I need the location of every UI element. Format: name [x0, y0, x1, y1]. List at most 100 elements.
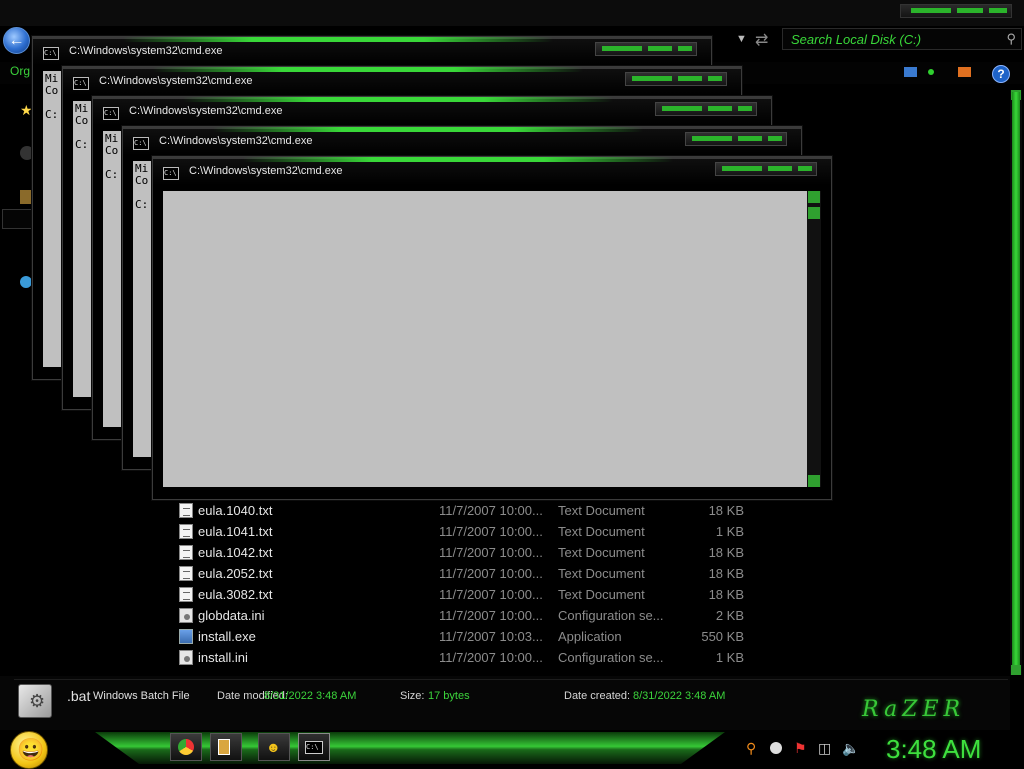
created-label: Date created:	[564, 690, 631, 702]
explorer-taskbar-button[interactable]	[210, 733, 242, 761]
search-tray-icon[interactable]: ⚲	[746, 740, 756, 757]
file-date: 11/7/2007 10:00...	[439, 587, 543, 602]
text-document-icon	[179, 587, 193, 602]
file-row[interactable]: install.ini 11/7/2007 10:00... Configura…	[160, 647, 1005, 668]
file-row[interactable]: eula.1042.txt 11/7/2007 10:00... Text Do…	[160, 542, 1005, 563]
search-input[interactable]	[789, 30, 998, 49]
cmd-icon: C:\	[163, 167, 179, 180]
console-line: Co	[105, 144, 119, 157]
file-date: 11/7/2007 10:00...	[439, 545, 543, 560]
file-type: Text Document	[558, 524, 645, 539]
batch-file-icon	[18, 684, 52, 718]
cmd-title: C:\Windows\system32\cmd.exe	[129, 105, 283, 117]
razer-logo: RaZER	[862, 697, 966, 722]
file-row[interactable]: globdata.ini 11/7/2007 10:00... Configur…	[160, 605, 1005, 626]
text-document-icon	[179, 566, 193, 581]
scroll-up-button[interactable]	[808, 207, 820, 219]
scrollbar-thumb[interactable]	[1012, 92, 1020, 667]
file-size: 1 KB	[715, 524, 744, 539]
start-button[interactable]	[10, 731, 48, 769]
file-type: Application	[558, 629, 622, 644]
cmd-icon: C:\	[103, 107, 119, 120]
file-row[interactable]: eula.1041.txt 11/7/2007 10:00... Text Do…	[160, 521, 1005, 542]
search-box[interactable]: ⚲	[782, 28, 1022, 50]
cmd-title-bar[interactable]: C:\ C:\Windows\system32\cmd.exe	[153, 157, 831, 185]
file-name: install.exe	[198, 629, 256, 644]
cmd-icon: C:\	[43, 47, 59, 60]
file-row[interactable]: eula.3082.txt 11/7/2007 10:00... Text Do…	[160, 584, 1005, 605]
scroll-down-button[interactable]	[1011, 665, 1021, 675]
cmd-title-bar[interactable]: C:\ C:\Windows\system32\cmd.exe	[93, 97, 771, 125]
recent-locations-chevron-icon[interactable]: ▼	[736, 33, 747, 45]
scroll-down-button[interactable]	[808, 475, 820, 487]
refresh-icon[interactable]: ⇄	[755, 30, 768, 50]
window-controls[interactable]	[685, 132, 787, 146]
window-controls[interactable]	[715, 162, 817, 176]
text-document-icon	[179, 503, 193, 518]
file-explorer-icon	[218, 739, 230, 755]
text-document-icon	[179, 524, 193, 539]
file-size: 18 KB	[708, 545, 744, 560]
cmd-title-bar[interactable]: C:\ C:\Windows\system32\cmd.exe	[33, 37, 711, 65]
messenger-icon[interactable]	[770, 742, 782, 754]
window-controls[interactable]	[625, 72, 727, 86]
file-size: 1 KB	[715, 650, 744, 665]
explorer-scrollbar[interactable]	[1010, 90, 1022, 675]
cmd-scrollbar[interactable]	[807, 191, 821, 487]
cmd-window-front[interactable]: C:\ C:\Windows\system32\cmd.exe	[152, 156, 832, 500]
cmd-title: C:\Windows\system32\cmd.exe	[99, 75, 253, 87]
file-type: Text Document	[558, 566, 645, 581]
file-name: eula.2052.txt	[198, 566, 273, 581]
console-line: Co	[135, 174, 149, 187]
console-line: Co	[75, 114, 89, 127]
file-name: install.ini	[198, 650, 248, 665]
details-file-type: Windows Batch File	[93, 690, 190, 702]
scroll-up-button[interactable]	[808, 191, 820, 203]
chrome-taskbar-button[interactable]	[170, 733, 202, 761]
smiley-taskbar-button[interactable]: ☻	[258, 733, 290, 761]
console-line: C:	[135, 198, 149, 211]
search-icon[interactable]: ⚲	[1006, 31, 1016, 47]
details-file-name: .bat	[67, 688, 91, 704]
cmd-console[interactable]	[163, 191, 821, 487]
console-line: C:	[45, 108, 59, 121]
cmd-title-bar[interactable]: C:\ C:\Windows\system32\cmd.exe	[63, 67, 741, 95]
file-size: 18 KB	[708, 566, 744, 581]
clock[interactable]: 3:48 AM	[886, 734, 981, 765]
cmd-title-bar[interactable]: C:\ C:\Windows\system32\cmd.exe	[123, 127, 801, 155]
network-icon[interactable]: ◫	[818, 740, 831, 757]
file-type: Text Document	[558, 545, 645, 560]
file-name: globdata.ini	[198, 608, 265, 623]
file-type: Text Document	[558, 503, 645, 518]
help-icon[interactable]: ?	[992, 65, 1010, 83]
preview-pane-icon[interactable]	[928, 69, 934, 75]
config-file-icon	[179, 608, 193, 623]
volume-icon[interactable]: 🔈	[842, 740, 859, 757]
file-row[interactable]: install.exe 11/7/2007 10:03... Applicati…	[160, 626, 1005, 647]
organize-button[interactable]: Org	[10, 64, 30, 78]
file-name: eula.1040.txt	[198, 503, 273, 518]
window-controls[interactable]	[655, 102, 757, 116]
window-controls[interactable]	[900, 4, 1012, 18]
chrome-icon	[178, 739, 194, 755]
flag-icon[interactable]: ⚑	[794, 740, 807, 757]
folder-action-icon[interactable]	[958, 67, 971, 77]
file-date: 11/7/2007 10:00...	[439, 524, 543, 539]
window-controls[interactable]	[595, 42, 697, 56]
file-row[interactable]: eula.1040.txt 11/7/2007 10:00... Text Do…	[160, 500, 1005, 521]
cmd-title: C:\Windows\system32\cmd.exe	[189, 165, 343, 177]
cmd-taskbar-button[interactable]: C:\	[298, 733, 330, 761]
views-icon[interactable]	[904, 67, 917, 77]
file-size: 550 KB	[701, 629, 744, 644]
file-date: 11/7/2007 10:00...	[439, 608, 543, 623]
size-label: Size:	[400, 690, 425, 702]
network-nav-icon[interactable]	[20, 276, 32, 288]
cmd-title: C:\Windows\system32\cmd.exe	[159, 135, 313, 147]
back-button[interactable]: ←	[3, 27, 30, 54]
file-row[interactable]: eula.2052.txt 11/7/2007 10:00... Text Do…	[160, 563, 1005, 584]
modified-value: 8/31/2022 3:48 AM	[264, 690, 357, 702]
cmd-title: C:\Windows\system32\cmd.exe	[69, 45, 223, 57]
nav-selection[interactable]	[2, 209, 34, 229]
details-pane	[0, 676, 1010, 730]
cmd-icon: C:\	[305, 741, 323, 754]
